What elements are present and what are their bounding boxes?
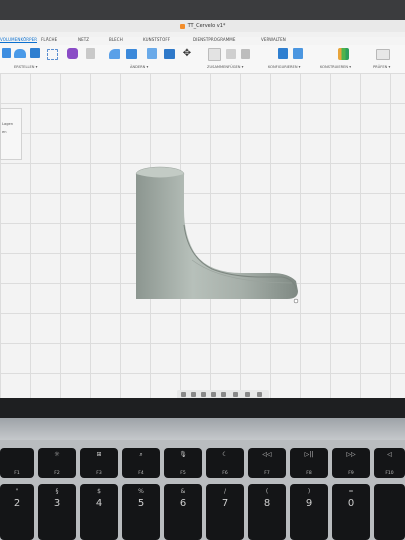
- bike-frame-model[interactable]: [132, 165, 302, 315]
- tab-plastic[interactable]: KUNSTSTOFF: [143, 37, 170, 42]
- key-0[interactable]: = 0: [332, 484, 370, 540]
- tab-utilities[interactable]: DIENSTPROGRAMME: [193, 37, 235, 42]
- combine-icon[interactable]: [164, 49, 175, 59]
- key-f2[interactable]: ☼ F2: [38, 448, 76, 478]
- fit-icon[interactable]: [221, 392, 226, 397]
- parameters-icon[interactable]: [278, 48, 288, 59]
- joint-origin-icon[interactable]: [241, 49, 250, 59]
- measure-icon[interactable]: [376, 49, 390, 60]
- key-8[interactable]: (8: [248, 484, 286, 540]
- microphone-icon: 🎙: [179, 451, 187, 458]
- grid-settings-icon[interactable]: [245, 392, 250, 397]
- key-f4[interactable]: ⌕ F4: [122, 448, 160, 478]
- browser-item[interactable]: en: [2, 130, 7, 134]
- look-at-icon[interactable]: [191, 392, 196, 397]
- group-create[interactable]: ERSTELLEN ▾: [14, 65, 37, 69]
- group-construct[interactable]: KONSTRUIEREN ▾: [320, 65, 351, 69]
- as-built-joint-icon[interactable]: [226, 49, 236, 59]
- fast-forward-icon: ▷▷: [346, 451, 356, 458]
- sweep-icon[interactable]: [47, 49, 58, 60]
- ribbon-tabs: VOLUMENKÖRPER FLÄCHE NETZ BLECH KUNSTSTO…: [0, 37, 405, 45]
- photo: TT_Cervelo v1* VOLUMENKÖRPER FLÄCHE NETZ…: [0, 0, 405, 540]
- document-tab-bar: TT_Cervelo v1*: [0, 20, 405, 32]
- configure-icon[interactable]: [293, 48, 303, 59]
- pattern-icon[interactable]: [67, 48, 78, 59]
- screen-top-edge: [0, 0, 405, 20]
- moon-icon: ☾: [222, 451, 228, 458]
- pan-icon[interactable]: [201, 392, 206, 397]
- key-7[interactable]: /7: [206, 484, 244, 540]
- key-f7[interactable]: ◁◁ F7: [248, 448, 286, 478]
- key-f1[interactable]: F1: [0, 448, 34, 478]
- ribbon-toolbar: ERSTELLEN ▾ ✥ ÄNDERN ▾ ZUSAMMENFÜGEN ▾ K…: [0, 45, 405, 74]
- tab-surface[interactable]: FLÄCHE: [41, 37, 57, 42]
- laptop-hinge: [0, 418, 405, 440]
- search-icon: ⌕: [139, 451, 143, 458]
- group-configure[interactable]: KONFIGURIEREN ▾: [268, 65, 300, 69]
- key-9[interactable]: ) 9: [290, 484, 328, 540]
- key-5[interactable]: % 5: [122, 484, 160, 540]
- viewports-icon[interactable]: [257, 392, 262, 397]
- document-tab[interactable]: TT_Cervelo v1*: [179, 23, 226, 29]
- offset-plane-icon[interactable]: [338, 48, 349, 60]
- new-component-icon[interactable]: [2, 48, 11, 58]
- press-pull-icon[interactable]: [86, 48, 95, 59]
- key-f9[interactable]: ▷▷ F9: [332, 448, 370, 478]
- key-f8[interactable]: ▷|| F8: [290, 448, 328, 478]
- revolve-icon[interactable]: [30, 48, 40, 58]
- fillet-icon[interactable]: [109, 49, 120, 59]
- group-assemble[interactable]: ZUSAMMENFÜGEN ▾: [207, 65, 243, 69]
- key-2[interactable]: " 2: [0, 484, 34, 540]
- key-f3[interactable]: ⊞ F3: [80, 448, 118, 478]
- new-joint-icon[interactable]: [208, 48, 221, 61]
- display-settings-icon[interactable]: [233, 392, 238, 397]
- key-f6[interactable]: ☾ F6: [206, 448, 244, 478]
- tab-manage[interactable]: VERWALTEN: [261, 37, 286, 42]
- key-f10[interactable]: ◁ F10: [374, 448, 405, 478]
- tab-solid[interactable]: VOLUMENKÖRPER: [0, 37, 38, 43]
- shell-icon[interactable]: [147, 48, 157, 59]
- document-title: TT_Cervelo v1*: [187, 23, 226, 29]
- orbit-icon[interactable]: [181, 392, 186, 397]
- chamfer-icon[interactable]: [126, 49, 137, 59]
- group-modify[interactable]: ÄNDERN ▾: [130, 65, 148, 69]
- browser-panel: Lagen en: [0, 108, 22, 160]
- play-pause-icon: ▷||: [304, 451, 314, 458]
- key-extra[interactable]: [374, 484, 405, 540]
- extrude-icon[interactable]: [14, 49, 26, 58]
- keyboard: F1 ☼ F2 ⊞ F3 ⌕ F4 🎙 F5 ☾ F6 ◁◁ F7 ▷|| F8 ▷▷ F9 ◁…: [0, 440, 405, 540]
- browser-item[interactable]: Lagen: [2, 122, 13, 126]
- navigation-bar: [177, 390, 269, 398]
- zoom-icon[interactable]: [211, 392, 216, 397]
- key-4[interactable]: $4: [80, 484, 118, 540]
- document-icon: [179, 23, 185, 29]
- mute-icon: ◁: [387, 451, 392, 458]
- mission-control-icon: ⊞: [96, 451, 102, 458]
- brightness-down-icon: ☼: [54, 451, 60, 458]
- tab-sheet-metal[interactable]: BLECH: [109, 37, 123, 42]
- move-icon[interactable]: ✥: [182, 49, 192, 59]
- rewind-icon: ◁◁: [262, 451, 272, 458]
- laptop-bezel: [0, 398, 405, 418]
- group-inspect[interactable]: PRÜFEN ▾: [373, 65, 390, 69]
- key-f5[interactable]: 🎙 F5: [164, 448, 202, 478]
- fusion-window: TT_Cervelo v1* VOLUMENKÖRPER FLÄCHE NETZ…: [0, 20, 405, 398]
- key-6[interactable]: & 6: [164, 484, 202, 540]
- key-3[interactable]: § 3: [38, 484, 76, 540]
- tab-mesh[interactable]: NETZ: [78, 37, 89, 42]
